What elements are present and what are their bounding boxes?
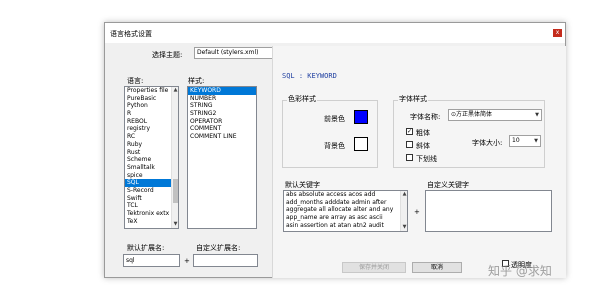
close-icon: x [555,29,560,36]
checkmark-icon: ✓ [407,128,413,135]
keyword-line: asin assertion at atan atn2 audit [286,221,384,229]
style-label: 样式: [188,77,205,85]
style-list-item[interactable]: STRING2 [188,110,256,118]
default-keywords-lines: abs absolute access acos add add_months a… [284,191,407,229]
style-list[interactable]: KEYWORD NUMBER STRING STRING2 OPERATOR COMMEN… [187,86,257,229]
custom-keywords-plus: + [414,208,420,216]
custom-keywords-box[interactable] [425,190,552,232]
keyword-line: abs absolute access acos add [286,191,376,198]
title-bar[interactable]: 语言格式设置 x [105,23,565,43]
font-name-value: ⊙方正黑体简体 [451,111,493,118]
bold-label: 粗体 [416,129,430,137]
scroll-down-icon[interactable]: ▼ [172,221,178,228]
style-list-item[interactable]: COMMENT [188,125,256,133]
cancel-button[interactable]: 取消 [412,262,462,273]
italic-label: 斜体 [416,142,430,150]
font-name-select[interactable]: ⊙方正黑体简体 ▼ [448,109,542,121]
background-label: 背景色 [324,142,345,150]
style-list-items: KEYWORD NUMBER STRING STRING2 OPERATOR COMMEN… [188,87,256,141]
save-close-button[interactable]: 保存并关闭 [342,262,406,273]
font-name-label: 字体名称: [410,113,441,121]
window-title: 语言格式设置 [110,30,152,38]
style-list-item[interactable]: OPERATOR [188,118,256,126]
underline-label: 下划线 [416,155,437,163]
bold-checkbox[interactable]: ✓ [406,128,413,135]
close-button[interactable]: x [553,29,562,37]
font-style-label: 字体样式 [398,94,428,104]
chevron-down-icon: ▼ [535,112,539,118]
default-keywords-label: 默认关键字 [285,181,320,189]
custom-ext-label: 自定义扩展名: [196,244,241,252]
background-color-swatch[interactable] [354,137,368,151]
color-style-label: 色彩样式 [287,94,317,104]
style-list-item[interactable]: NUMBER [188,95,256,103]
keyword-line: app_name are array as asc ascii [286,214,383,222]
theme-label: 选择主题: [152,51,183,59]
scroll-up-icon[interactable]: ▲ [401,191,407,198]
style-header: SQL : KEYWORD [282,72,337,80]
font-size-value: 10 [512,137,520,144]
watermark-text: 知乎 @求知 [488,264,552,278]
keywords-scrollbar[interactable]: ▲ ▼ [400,191,407,231]
font-size-label: 字体大小: [472,139,503,147]
foreground-label: 前景色 [324,115,345,123]
chevron-down-icon: ▼ [534,138,538,144]
keyword-line: aggregate all allocate alter and any [286,206,394,214]
language-label: 语言: [127,77,144,85]
language-list-scrollbar[interactable]: ▲ ▼ [171,87,178,228]
style-list-item[interactable]: KEYWORD [188,87,256,95]
underline-checkbox[interactable] [406,154,413,161]
scroll-down-icon[interactable]: ▼ [401,224,407,231]
keyword-line: add_months adddate admin after [286,198,387,206]
default-ext-field[interactable]: sql [123,254,180,267]
language-list[interactable]: Properties file PureBasic Python R REBOL regi… [124,86,179,229]
scroll-thumb[interactable] [173,179,178,203]
scroll-up-icon[interactable]: ▲ [172,87,178,94]
style-list-item[interactable]: COMMENT LINE [188,133,256,141]
italic-checkbox[interactable] [406,141,413,148]
theme-select-value: Default (stylers.xml) [197,49,259,56]
default-ext-label: 默认扩展名: [127,244,165,252]
custom-keywords-label: 自定义关键字 [427,181,469,189]
default-keywords-box[interactable]: abs absolute access acos add add_months a… [283,190,408,232]
custom-ext-field[interactable] [193,254,258,267]
font-size-select[interactable]: 10 ▼ [509,135,541,147]
foreground-color-swatch[interactable] [354,110,368,124]
style-list-item[interactable]: STRING [188,102,256,110]
ext-plus: + [184,257,190,265]
